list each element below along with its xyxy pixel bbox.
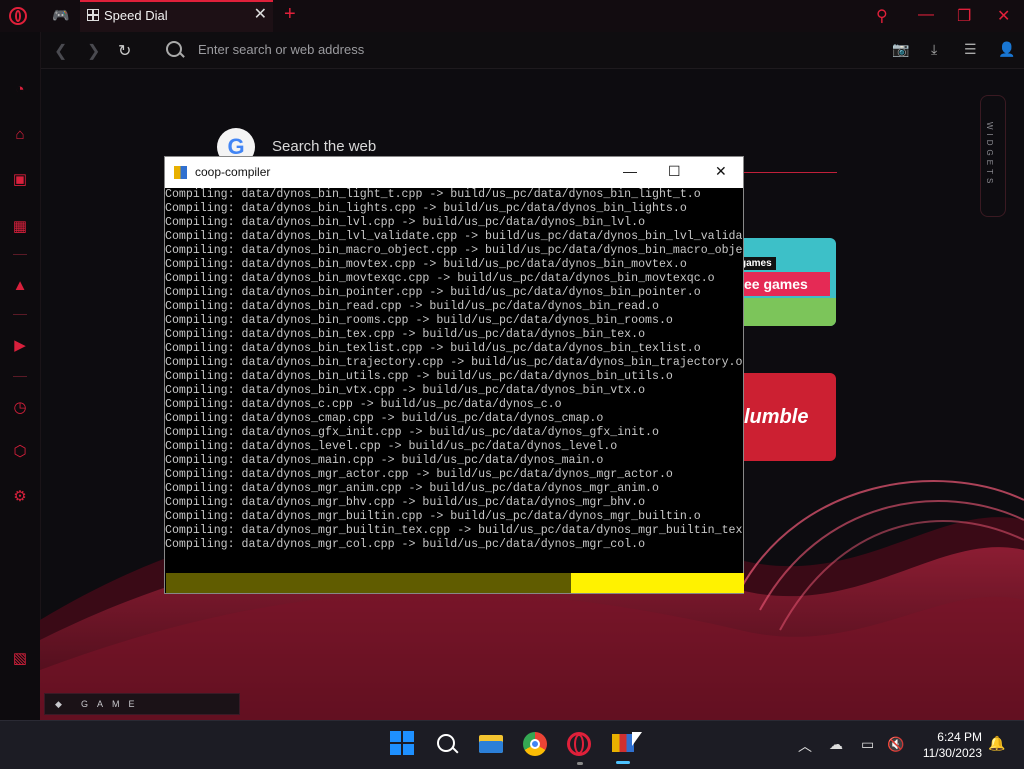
opera-logo-icon[interactable] [9, 7, 27, 25]
game-strips-bar[interactable]: ◆ GAME STRIPS [44, 693, 240, 729]
console-maximize-icon[interactable]: ☐ [668, 163, 681, 180]
tab-title: Speed Dial [104, 8, 168, 23]
reload-icon[interactable]: ↻ [118, 41, 131, 61]
console-line: Compiling: data/dynos_bin_movtexqc.cpp -… [165, 272, 715, 285]
opera-gx-taskbar-icon[interactable] [566, 731, 592, 757]
console-output: Compiling: data/dynos_bin_light_t.cpp ->… [165, 188, 743, 568]
compile-progress-bar [166, 573, 744, 593]
volume-muted-icon[interactable]: 🔇 [887, 736, 904, 753]
progress-done [166, 573, 571, 593]
console-line: Compiling: data/dynos_mgr_builtin_tex.cp… [165, 524, 743, 537]
sidebar-divider [13, 254, 27, 255]
player-icon[interactable]: ▶ [10, 336, 30, 356]
chrome-icon[interactable] [522, 731, 548, 757]
profile-icon[interactable]: 👤 [998, 41, 1015, 58]
search-tabs-icon[interactable]: ⚲ [876, 6, 888, 26]
console-title: coop-compiler [195, 165, 271, 179]
console-line: Compiling: data/dynos_bin_tex.cpp -> bui… [165, 328, 646, 341]
console-line: Compiling: data/dynos_level.cpp -> build… [165, 440, 618, 453]
console-line: Compiling: data/dynos_bin_utils.cpp -> b… [165, 370, 673, 383]
clock-time: 6:24 PM [937, 730, 982, 744]
twitch-icon[interactable]: ▣ [10, 170, 30, 190]
console-line: Compiling: data/dynos_bin_lights.cpp -> … [165, 202, 687, 215]
taskbar: ︿ ☁ ▭ 🔇 6:24 PM 11/30/2023 🔔 [0, 720, 1024, 769]
camera-icon[interactable]: 📷 [892, 41, 909, 58]
address-bar-row: ❮ ❯ ↻ Enter search or web address 📷 ⤓ ☰ … [40, 32, 1024, 69]
restore-icon[interactable]: ❐ [957, 6, 971, 26]
speed-dial-icon [87, 9, 99, 21]
speed-dial-tile-humble[interactable]: lumble [736, 373, 836, 461]
console-line: Compiling: data/dynos_gfx_init.cpp -> bu… [165, 426, 659, 439]
show-hidden-icons-icon[interactable]: ︿ [798, 736, 812, 756]
close-window-icon[interactable]: ✕ [997, 6, 1010, 26]
windows-start-icon[interactable] [390, 731, 416, 757]
console-line: Compiling: data/dynos_bin_lvl.cpp -> bui… [165, 216, 646, 229]
file-explorer-icon[interactable] [478, 731, 504, 757]
console-line: Compiling: data/dynos_main.cpp -> build/… [165, 454, 604, 467]
tile-games-ground [736, 298, 836, 326]
console-line: Compiling: data/dynos_cmap.cpp -> build/… [165, 412, 604, 425]
console-line: Compiling: data/dynos_bin_vtx.cpp -> bui… [165, 384, 646, 397]
console-line: Compiling: data/dynos_bin_pointer.cpp ->… [165, 286, 701, 299]
taskbar-search-icon[interactable] [434, 731, 460, 757]
console-minimize-icon[interactable]: — [623, 163, 637, 179]
notification-bell-icon[interactable]: 🔔 [988, 735, 1005, 752]
settings-icon[interactable]: ⚙ [10, 487, 30, 507]
history-icon[interactable]: ◷ [10, 398, 30, 418]
gx-control-icon[interactable]: ◔ [10, 80, 30, 100]
gx-corner-icon[interactable]: ⌂ [10, 125, 30, 145]
new-tab-icon[interactable]: + [284, 4, 296, 24]
widgets-label: WIDGETS [985, 122, 994, 188]
onedrive-icon[interactable]: ☁ [829, 736, 843, 753]
easy-setup-icon[interactable]: ☰ [964, 41, 977, 58]
console-line: Compiling: data/dynos_bin_read.cpp -> bu… [165, 300, 659, 313]
console-line: Compiling: data/dynos_mgr_actor.cpp -> b… [165, 468, 673, 481]
tile-games-banner: ee games [736, 272, 830, 296]
console-line: Compiling: data/dynos_bin_movtex.cpp -> … [165, 258, 687, 271]
taskbar-clock[interactable]: 6:24 PM 11/30/2023 [923, 729, 982, 761]
console-line: Compiling: data/dynos_mgr_bhv.cpp -> bui… [165, 496, 646, 509]
back-icon[interactable]: ❮ [54, 41, 67, 61]
tab-speed-dial[interactable]: Speed Dial ✕ [80, 0, 273, 32]
wallpaper-icon[interactable]: ▧ [10, 649, 30, 669]
gamepad-icon[interactable]: 🎮 [52, 8, 69, 22]
cleaner-icon[interactable]: ▦ [10, 217, 30, 237]
console-line: Compiling: data/dynos_bin_rooms.cpp -> b… [165, 314, 673, 327]
console-line: Compiling: data/dynos_mgr_col.cpp -> bui… [165, 538, 646, 551]
speed-dial-tile-games[interactable]: games ee games [736, 238, 836, 326]
console-line: Compiling: data/dynos_bin_macro_object.c… [165, 244, 743, 257]
console-line: Compiling: data/dynos_bin_light_t.cpp ->… [165, 188, 701, 201]
coop-compiler-window[interactable]: coop-compiler — ☐ ✕ Compiling: data/dyno… [164, 156, 744, 594]
tab-bar: 🎮 Speed Dial ✕ + ⚲ — ❐ ✕ [0, 0, 1024, 32]
network-icon[interactable]: ▭ [861, 736, 874, 753]
widgets-panel-toggle[interactable]: WIDGETS [980, 95, 1006, 217]
console-line: Compiling: data/dynos_mgr_anim.cpp -> bu… [165, 482, 659, 495]
mouse-cursor-icon [632, 732, 642, 746]
game-strips-icon: ◆ [55, 699, 62, 709]
minimize-icon[interactable]: — [918, 6, 934, 24]
console-close-icon[interactable]: ✕ [715, 163, 727, 180]
clock-date: 11/30/2023 [922, 746, 982, 760]
search-web-label[interactable]: Search the web [272, 138, 376, 155]
console-line: Compiling: data/dynos_mgr_builtin.cpp ->… [165, 510, 701, 523]
app-icon [174, 166, 187, 179]
console-title-bar[interactable]: coop-compiler — ☐ ✕ [165, 157, 743, 188]
close-tab-icon[interactable]: ✕ [254, 7, 267, 23]
extensions-icon[interactable]: ⬡ [10, 442, 30, 462]
console-line: Compiling: data/dynos_bin_lvl_validate.c… [165, 230, 743, 243]
download-icon[interactable]: ⤓ [931, 41, 937, 58]
forward-icon[interactable]: ❯ [87, 41, 100, 61]
opera-running-indicator [577, 762, 583, 765]
address-input[interactable]: Enter search or web address [198, 42, 364, 57]
console-line: Compiling: data/dynos_bin_texlist.cpp ->… [165, 342, 701, 355]
sidebar-divider [13, 376, 27, 377]
search-icon [166, 41, 182, 57]
console-line: Compiling: data/dynos_bin_trajectory.cpp… [165, 356, 743, 369]
sidebar-divider [13, 314, 27, 315]
progress-remaining [570, 573, 744, 593]
console-line: Compiling: data/dynos_c.cpp -> build/us_… [165, 398, 562, 411]
sidebar: ◔ ⌂ ▣ ▦ ▲ ▶ ◷ ⬡ ⚙ ▧ ••• [0, 32, 41, 742]
aria-icon[interactable]: ▲ [10, 276, 30, 296]
